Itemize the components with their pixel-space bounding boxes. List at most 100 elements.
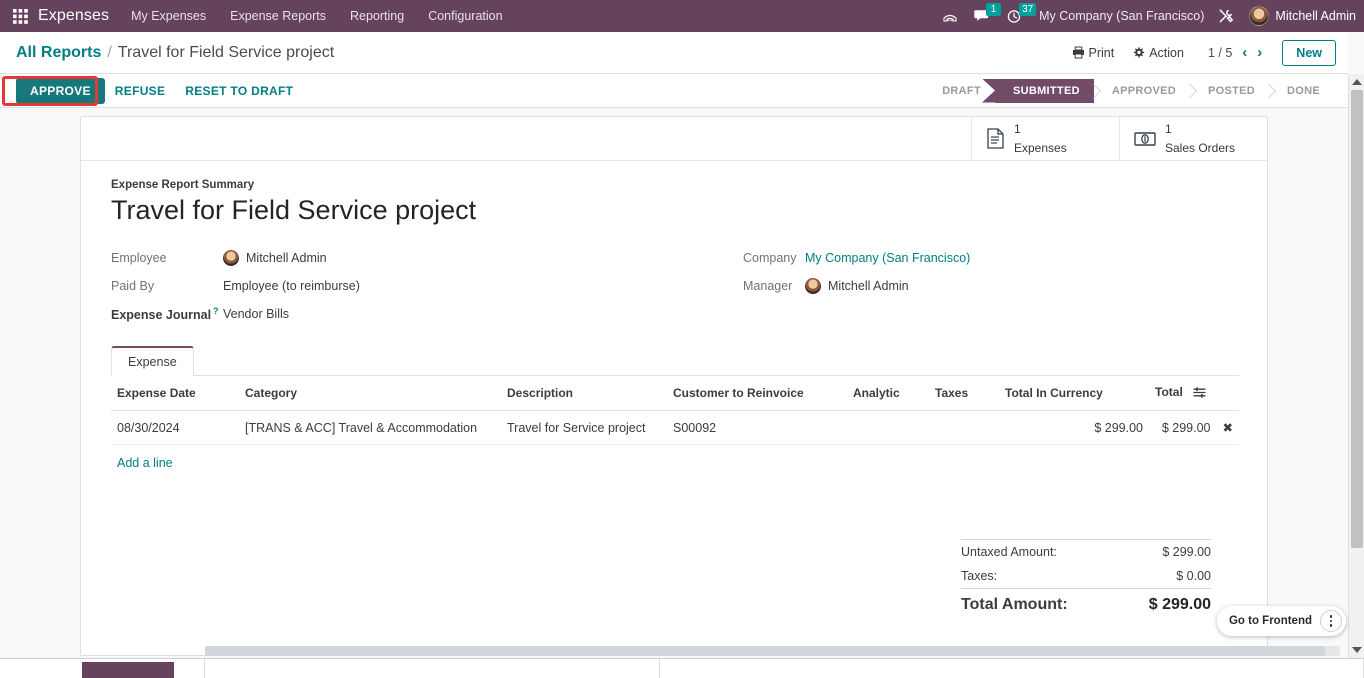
stage-draft[interactable]: DRAFT bbox=[924, 78, 995, 103]
cell-total[interactable]: $ 299.00 bbox=[1149, 410, 1217, 446]
cell-description[interactable]: Travel for Service project bbox=[501, 410, 667, 446]
apps-grid-icon[interactable] bbox=[6, 8, 34, 24]
col-total[interactable]: Total bbox=[1149, 376, 1217, 412]
field-row-expense-journal: Expense Journal? Vendor Bills bbox=[111, 300, 675, 328]
breadcrumb-all-reports[interactable]: All Reports bbox=[16, 44, 101, 62]
col-customer-to-reinvoice[interactable]: Customer to Reinvoice bbox=[667, 376, 847, 412]
chat-bubble-icon[interactable]: 1 bbox=[974, 3, 1002, 24]
page-title: Travel for Field Service project bbox=[111, 195, 477, 225]
scroll-up-arrow-icon[interactable] bbox=[1349, 74, 1364, 90]
print-button[interactable]: Print bbox=[1072, 46, 1114, 60]
phone-keypad-icon[interactable] bbox=[942, 8, 958, 24]
employee-name: Mitchell Admin bbox=[246, 251, 327, 266]
user-menu[interactable]: Mitchell Admin bbox=[1249, 6, 1356, 26]
cell-expense-date[interactable]: 08/30/2024 bbox=[111, 410, 239, 446]
activities-count-badge: 37 bbox=[1019, 3, 1037, 16]
add-a-line-button[interactable]: Add a line bbox=[111, 445, 179, 481]
company-switcher[interactable]: My Company (San Francisco) bbox=[1039, 9, 1204, 23]
stage-approved[interactable]: APPROVED bbox=[1093, 78, 1190, 103]
expense-lines-head: Expense Date Category Description Custom… bbox=[111, 376, 1239, 412]
expense-journal-value[interactable]: Vendor Bills bbox=[223, 307, 289, 321]
new-button[interactable]: New bbox=[1282, 39, 1336, 66]
clock-icon[interactable]: 37 bbox=[1007, 3, 1037, 24]
stage-submitted-label: SUBMITTED bbox=[1012, 84, 1080, 97]
approve-button[interactable]: APPROVE bbox=[16, 77, 105, 104]
cell-category[interactable]: [TRANS & ACC] Travel & Accommodation bbox=[239, 410, 501, 446]
taskbar-cell-3[interactable] bbox=[660, 659, 1364, 678]
employee-label: Employee bbox=[111, 251, 167, 266]
help-tooltip-icon[interactable]: ? bbox=[213, 306, 219, 316]
taskbar-cell-2[interactable] bbox=[205, 659, 660, 678]
horizontal-scrollbar[interactable] bbox=[205, 646, 1340, 656]
employee-value[interactable]: Mitchell Admin bbox=[223, 250, 327, 267]
paid-by-value[interactable]: Employee (to reimburse) bbox=[223, 279, 360, 293]
refuse-button[interactable]: REFUSE bbox=[105, 78, 175, 104]
odoo-expense-report-screen: Expenses My Expenses Expense Reports Rep… bbox=[0, 0, 1364, 678]
expenses-label: Expenses bbox=[1014, 140, 1067, 155]
taskbar-active-window[interactable] bbox=[82, 662, 174, 678]
cell-total-in-currency[interactable]: $ 299.00 bbox=[999, 410, 1149, 446]
expense-report-summary-label: Expense Report Summary bbox=[111, 179, 255, 191]
col-description[interactable]: Description bbox=[501, 376, 667, 412]
action-button[interactable]: Action bbox=[1132, 46, 1184, 60]
record-pager: 1 / 5 bbox=[1207, 45, 1233, 60]
col-total-label: Total bbox=[1155, 385, 1183, 400]
pager-previous-icon[interactable]: ‹ bbox=[1242, 44, 1247, 61]
col-total-in-currency[interactable]: Total In Currency bbox=[999, 376, 1149, 412]
menu-configuration[interactable]: Configuration bbox=[428, 9, 502, 23]
stage-done[interactable]: DONE bbox=[1269, 78, 1334, 103]
col-taxes[interactable]: Taxes bbox=[929, 376, 999, 412]
vertical-scrollbar[interactable] bbox=[1348, 74, 1364, 658]
col-analytic[interactable]: Analytic bbox=[847, 376, 929, 412]
col-category[interactable]: Category bbox=[239, 376, 501, 412]
untaxed-amount-label: Untaxed Amount: bbox=[961, 545, 1057, 560]
smart-button-sales-orders-text: 1 Sales Orders bbox=[1165, 120, 1235, 157]
column-settings-icon[interactable] bbox=[1193, 387, 1206, 401]
smart-button-expenses[interactable]: 1 Expenses bbox=[971, 117, 1119, 160]
manager-label: Manager bbox=[743, 279, 793, 294]
notebook-tabs: Expense bbox=[111, 346, 1239, 377]
vertical-scrollbar-thumb[interactable] bbox=[1351, 90, 1363, 548]
form-right-column: Company My Company (San Francisco) Manag… bbox=[675, 244, 1239, 328]
app-brand-expenses[interactable]: Expenses bbox=[38, 7, 109, 25]
manager-name: Mitchell Admin bbox=[828, 279, 909, 294]
delete-row-icon[interactable]: ✖ bbox=[1216, 410, 1239, 446]
field-row-employee: Employee Mitchell Admin bbox=[111, 244, 675, 272]
cell-analytic[interactable] bbox=[847, 410, 929, 446]
document-icon bbox=[986, 128, 1005, 149]
navbar-right-section: 1 37 My Company (San Francisco) Mitchell… bbox=[942, 0, 1364, 32]
kebab-menu-icon[interactable] bbox=[1320, 610, 1342, 632]
menu-reporting[interactable]: Reporting bbox=[350, 9, 404, 23]
stage-posted[interactable]: POSTED bbox=[1189, 78, 1270, 103]
tab-expense[interactable]: Expense bbox=[111, 346, 194, 377]
reset-to-draft-button[interactable]: RESET TO DRAFT bbox=[175, 78, 303, 104]
smart-button-sales-orders[interactable]: 1 Sales Orders bbox=[1119, 117, 1267, 160]
manager-value[interactable]: Mitchell Admin bbox=[805, 278, 909, 295]
company-value[interactable]: My Company (San Francisco) bbox=[805, 251, 970, 265]
pager-next-icon[interactable]: › bbox=[1257, 44, 1262, 61]
field-row-company: Company My Company (San Francisco) bbox=[743, 244, 1239, 272]
taxes-value: $ 0.00 bbox=[1176, 569, 1211, 584]
expense-lines-body: 08/30/2024 [TRANS & ACC] Travel & Accomm… bbox=[111, 410, 1239, 446]
breadcrumb-current-record: Travel for Field Service project bbox=[117, 43, 335, 61]
totals-row-taxes: Taxes: $ 0.00 bbox=[961, 564, 1211, 588]
cell-customer-to-reinvoice[interactable]: S00092 bbox=[667, 410, 847, 446]
horizontal-scrollbar-thumb[interactable] bbox=[205, 646, 1325, 656]
manager-avatar bbox=[805, 278, 821, 295]
menu-my-expenses[interactable]: My Expenses bbox=[131, 9, 206, 23]
menu-expense-reports[interactable]: Expense Reports bbox=[230, 9, 326, 23]
company-label: Company bbox=[743, 251, 797, 266]
stage-submitted[interactable]: SUBMITTED bbox=[981, 78, 1107, 103]
table-row[interactable]: 08/30/2024 [TRANS & ACC] Travel & Accomm… bbox=[111, 410, 1239, 446]
form-body: Expense Report Summary Travel for Field … bbox=[81, 161, 1267, 619]
untaxed-amount-value: $ 299.00 bbox=[1162, 545, 1211, 560]
banknote-icon bbox=[1134, 131, 1156, 147]
col-expense-date[interactable]: Expense Date bbox=[111, 376, 239, 412]
cell-taxes[interactable] bbox=[929, 410, 999, 446]
totals-row-total: Total Amount: $ 299.00 bbox=[961, 588, 1211, 619]
smart-button-expenses-text: 1 Expenses bbox=[1014, 120, 1067, 157]
go-to-frontend-button[interactable]: Go to Frontend bbox=[1229, 615, 1312, 627]
expense-lines-table: Expense Date Category Description Custom… bbox=[111, 376, 1239, 446]
tools-icon[interactable] bbox=[1218, 8, 1235, 24]
scroll-down-arrow-icon[interactable] bbox=[1349, 642, 1364, 658]
